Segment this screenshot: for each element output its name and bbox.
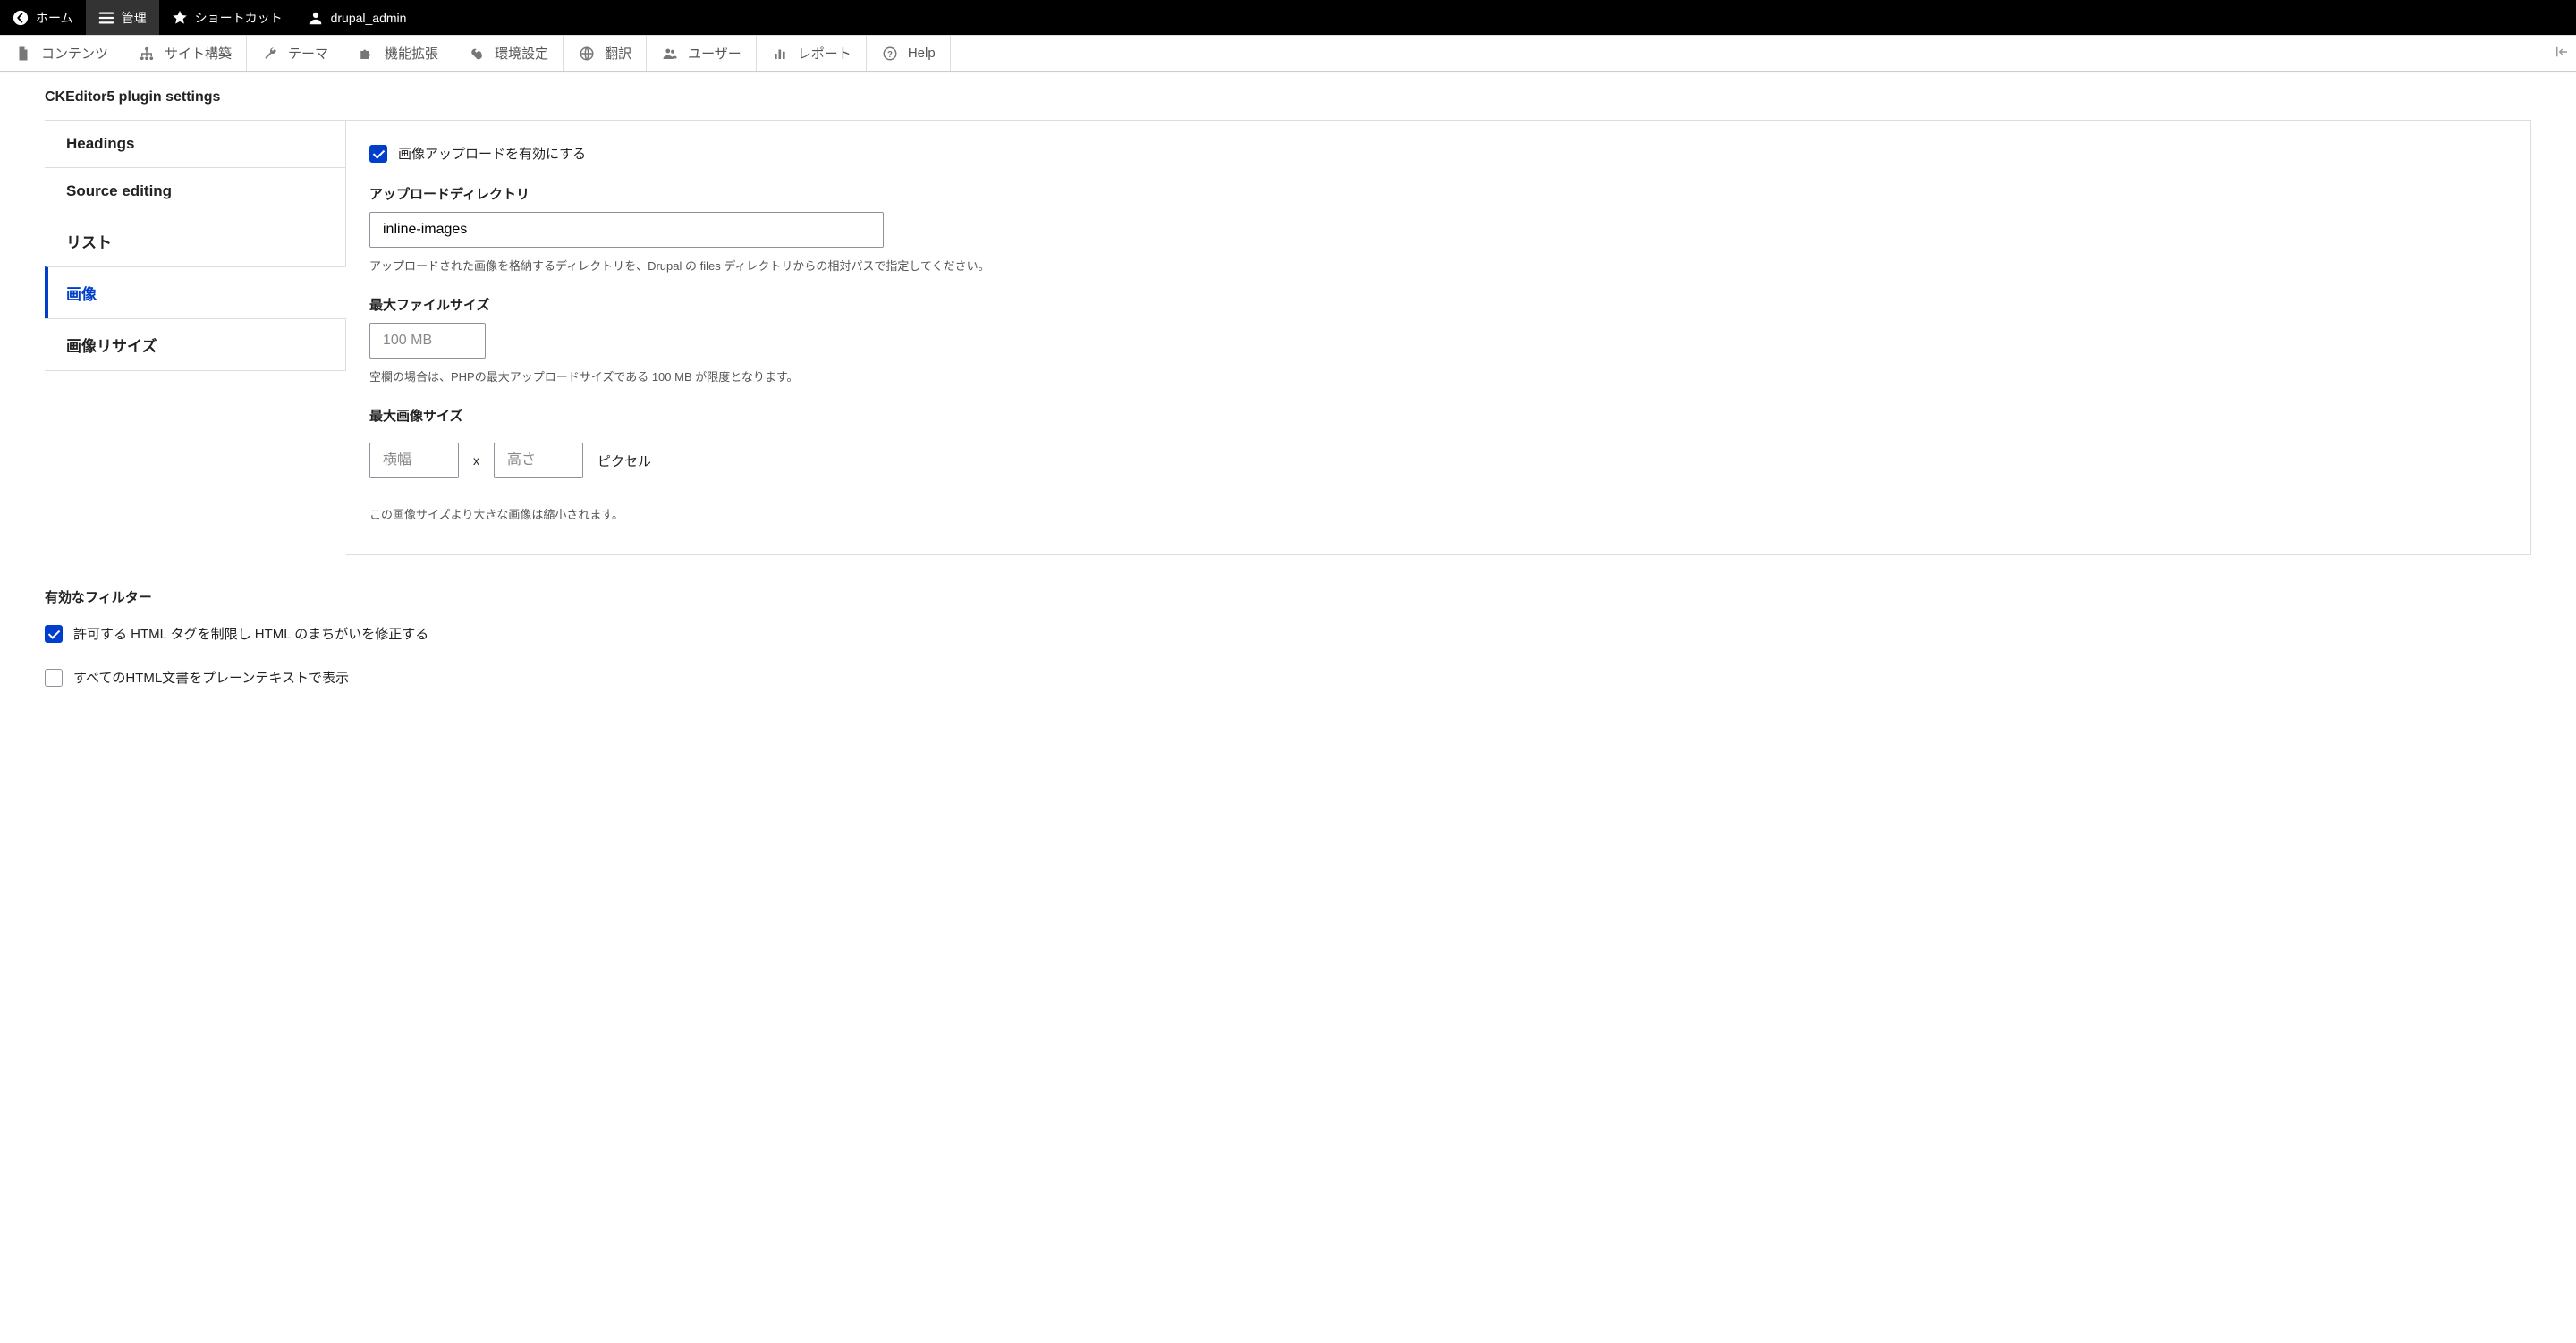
plugin-settings-title: CKEditor5 plugin settings	[45, 89, 2531, 106]
admintab-content-label: コンテンツ	[41, 44, 108, 63]
star-icon	[172, 10, 188, 26]
max-filesize-label: 最大ファイルサイズ	[369, 295, 2507, 314]
max-filesize-input[interactable]	[369, 323, 486, 359]
topbar-shortcuts-label: ショートカット	[195, 9, 283, 27]
topbar-manage-label: 管理	[122, 9, 147, 27]
admintab-reports-label: レポート	[798, 44, 852, 63]
admintab-config-label: 環境設定	[495, 44, 548, 63]
height-input[interactable]	[494, 443, 583, 478]
admintab-structure-label: サイト構築	[165, 44, 232, 63]
vtab-image-resize[interactable]: 画像リサイズ	[45, 318, 346, 371]
admintab-translate-label: 翻訳	[605, 44, 631, 63]
admintab-reports[interactable]: レポート	[757, 36, 867, 71]
dimensions-help: この画像サイズより大きな画像は縮小されます。	[369, 505, 2507, 522]
sliders-icon	[468, 45, 486, 63]
file-icon	[14, 45, 32, 63]
filter-limit-html-label: 許可する HTML タグを制限し HTML のまちがいを修正する	[73, 624, 428, 643]
hamburger-icon	[98, 10, 114, 26]
vtab-headings[interactable]: Headings	[45, 120, 346, 167]
barchart-icon	[771, 45, 789, 63]
people-icon	[661, 45, 679, 63]
max-filesize-help: 空欄の場合は、PHPの最大アップロードサイズである 100 MB が限度となりま…	[369, 367, 2507, 384]
admintab-translate[interactable]: 翻訳	[564, 36, 647, 71]
max-dimensions-label: 最大画像サイズ	[369, 406, 2507, 425]
admintab-help[interactable]: ? Help	[867, 36, 951, 71]
width-input[interactable]	[369, 443, 459, 478]
admintab-people[interactable]: ユーザー	[647, 36, 757, 71]
topbar: ホーム 管理 ショートカット drupal_admin	[0, 0, 2576, 35]
enable-image-upload-checkbox[interactable]	[369, 145, 387, 163]
admintab-people-label: ユーザー	[688, 44, 741, 63]
dimensions-x: x	[473, 453, 479, 468]
upload-directory-label: アップロードディレクトリ	[369, 184, 2507, 203]
filter-plain-text-checkbox[interactable]	[45, 669, 63, 687]
page-content: CKEditor5 plugin settings Headings Sourc…	[0, 72, 2576, 730]
filter-plain-text[interactable]: すべてのHTML文書をプレーンテキストで表示	[45, 668, 2531, 687]
plugin-settings: Headings Source editing リスト 画像 画像リサイズ 画像…	[45, 120, 2531, 555]
help-icon: ?	[881, 45, 899, 63]
vtab-list[interactable]: リスト	[45, 215, 346, 266]
user-icon	[308, 10, 324, 26]
filters-title: 有効なフィルター	[45, 587, 2531, 606]
topbar-shortcuts[interactable]: ショートカット	[159, 0, 295, 35]
admintab-collapse[interactable]	[2546, 36, 2576, 71]
filter-limit-html-checkbox[interactable]	[45, 625, 63, 643]
puzzle-icon	[358, 45, 376, 63]
admintab-structure[interactable]: サイト構築	[123, 36, 247, 71]
admintab-appearance[interactable]: テーマ	[247, 36, 343, 71]
admintab-extend-label: 機能拡張	[385, 44, 438, 63]
upload-directory-input[interactable]	[369, 212, 884, 248]
admintab-appearance-label: テーマ	[288, 44, 328, 63]
collapse-icon	[2554, 44, 2570, 63]
admintab-config[interactable]: 環境設定	[453, 36, 564, 71]
topbar-home-label: ホーム	[36, 9, 73, 27]
dimensions-unit: ピクセル	[597, 452, 651, 470]
filter-plain-text-label: すべてのHTML文書をプレーンテキストで表示	[73, 668, 349, 687]
dimensions-row: x ピクセル	[369, 443, 2507, 478]
globe-icon	[578, 45, 596, 63]
svg-text:?: ?	[887, 49, 893, 59]
admintab-extend[interactable]: 機能拡張	[343, 36, 453, 71]
topbar-user[interactable]: drupal_admin	[295, 0, 419, 35]
structure-icon	[138, 45, 156, 63]
back-icon	[13, 10, 29, 26]
upload-directory-help: アップロードされた画像を格納するディレクトリを、Drupal の files デ…	[369, 257, 2507, 274]
vertical-tabs: Headings Source editing リスト 画像 画像リサイズ	[45, 120, 346, 555]
vtab-image[interactable]: 画像	[45, 266, 346, 318]
topbar-back[interactable]: ホーム	[0, 0, 86, 35]
topbar-user-label: drupal_admin	[331, 11, 407, 25]
vtab-source-editing[interactable]: Source editing	[45, 167, 346, 215]
enable-image-upload-label: 画像アップロードを有効にする	[398, 144, 586, 163]
admin-toolbar: コンテンツ サイト構築 テーマ 機能拡張 環境設定 翻訳 ユーザー	[0, 35, 2576, 72]
admintab-content[interactable]: コンテンツ	[0, 36, 123, 71]
image-settings-panel: 画像アップロードを有効にする アップロードディレクトリ アップロードされた画像を…	[346, 120, 2531, 555]
wrench-icon	[261, 45, 279, 63]
admintab-help-label: Help	[908, 46, 936, 61]
filter-limit-html[interactable]: 許可する HTML タグを制限し HTML のまちがいを修正する	[45, 624, 2531, 643]
topbar-manage[interactable]: 管理	[86, 0, 159, 35]
enable-image-upload-row[interactable]: 画像アップロードを有効にする	[369, 144, 2507, 163]
admintab-spacer	[951, 36, 2546, 71]
